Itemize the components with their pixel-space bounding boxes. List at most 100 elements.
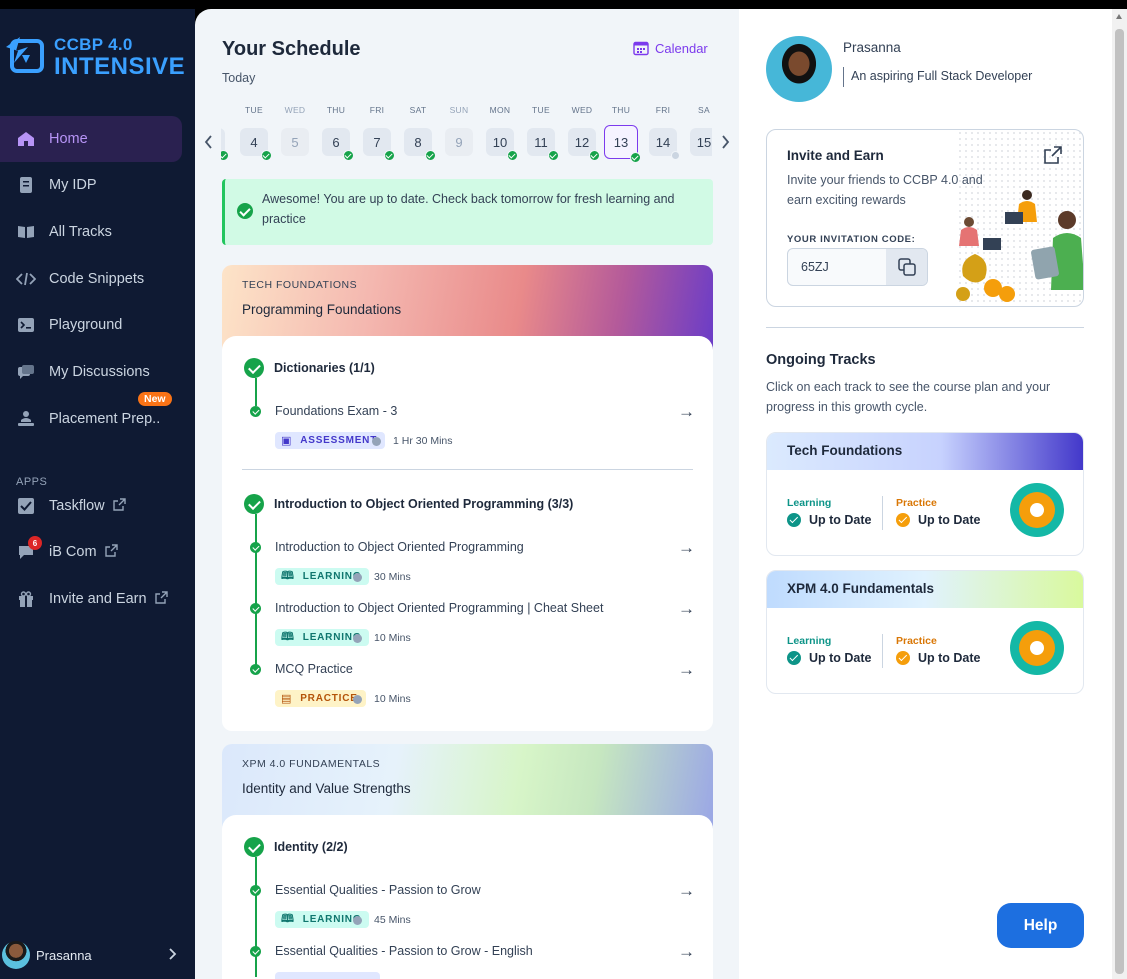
- invite-illustration: [956, 190, 1083, 302]
- sidebar-item-label: My Discussions: [49, 364, 150, 380]
- learning-status: Up to Date: [787, 513, 872, 527]
- sidebar-item-my-discussions[interactable]: My Discussions: [0, 349, 182, 395]
- complete-check-icon: [244, 358, 264, 378]
- check-icon: [896, 513, 910, 527]
- success-check-icon: [237, 203, 253, 219]
- done-check-icon: [250, 406, 261, 417]
- day-item[interactable]: SA 15: [690, 105, 712, 156]
- clock-icon: [353, 633, 362, 643]
- day-item[interactable]: FRI 14: [649, 105, 680, 160]
- next-days-button[interactable]: [721, 133, 730, 154]
- item-name: Essential Qualities - Passion to Grow - …: [275, 944, 533, 958]
- notification-badge: 6: [28, 536, 42, 550]
- progress-ring: [1010, 483, 1064, 537]
- logo-text-bottom: INTENSIVE: [54, 53, 186, 80]
- item-name: Introduction to Object Oriented Programm…: [275, 540, 524, 554]
- document-icon: [16, 175, 36, 195]
- day-item[interactable]: SUN 9: [445, 105, 473, 156]
- page-title: Your Schedule: [222, 38, 361, 60]
- section-title[interactable]: Identity (2/2): [244, 837, 348, 857]
- external-link-icon[interactable]: [1044, 146, 1062, 169]
- arrow-right-icon[interactable]: →: [678, 599, 695, 619]
- scrollbar[interactable]: [1112, 9, 1127, 979]
- avatar[interactable]: [766, 36, 832, 102]
- invite-code-field[interactable]: 65ZJ: [787, 248, 928, 286]
- done-check-icon: [250, 885, 261, 896]
- day-item[interactable]: SAT 8: [404, 105, 436, 161]
- sidebar-item-label: Home: [49, 131, 88, 147]
- sidebar-item-taskflow[interactable]: Taskflow: [0, 483, 182, 529]
- arrow-right-icon[interactable]: →: [678, 538, 695, 558]
- chat-icon: [16, 362, 36, 382]
- item-duration: 1 Hr 30 Mins: [372, 435, 453, 447]
- done-check-icon: [250, 603, 261, 614]
- user-profile-footer[interactable]: Prasanna: [0, 937, 195, 973]
- track-name: Tech Foundations: [767, 433, 1083, 470]
- day-item[interactable]: TUE 11: [527, 105, 559, 161]
- sidebar-item-invite-and-earn[interactable]: Invite and Earn: [0, 576, 182, 622]
- day-item[interactable]: WED 5: [281, 105, 309, 156]
- practice-status: Up to Date: [896, 651, 981, 665]
- logo-text-top: CCBP 4.0: [54, 35, 133, 54]
- card-kicker: XPM 4.0 FUNDAMENTALS: [242, 758, 381, 770]
- sidebar-item-ib-com[interactable]: iB Com: [0, 529, 182, 575]
- new-badge: New: [138, 392, 172, 406]
- day-item[interactable]: [221, 105, 229, 161]
- sidebar-item-code-snippets[interactable]: Code Snippets: [0, 256, 182, 302]
- learning-label: Learning: [787, 635, 832, 647]
- day-item[interactable]: FRI 7: [363, 105, 395, 161]
- app-logo[interactable]: CCBP 4.0 INTENSIVE: [2, 31, 186, 83]
- user-name: Prasanna: [36, 947, 92, 963]
- sidebar-item-home[interactable]: Home: [0, 116, 182, 162]
- item-name: Introduction to Object Oriented Programm…: [275, 601, 604, 615]
- arrow-right-icon[interactable]: →: [678, 660, 695, 680]
- help-button[interactable]: Help: [997, 903, 1084, 948]
- card-title: Identity and Value Strengths: [242, 781, 411, 796]
- sidebar-item-label: iB Com: [49, 544, 97, 560]
- track-progress-card[interactable]: XPM 4.0 Fundamentals Learning Up to Date…: [766, 570, 1084, 694]
- clipboard-icon: ▤: [281, 693, 293, 705]
- profile-name: Prasanna: [843, 40, 901, 55]
- ongoing-tracks-description: Click on each track to see the course pl…: [766, 380, 1051, 414]
- divider: [242, 469, 693, 470]
- arrow-right-icon[interactable]: →: [678, 881, 695, 901]
- day-item[interactable]: THU 6: [322, 105, 354, 161]
- day-item[interactable]: WED 12: [568, 105, 600, 161]
- section-title[interactable]: Dictionaries (1/1): [244, 358, 375, 378]
- complete-check-icon: [244, 494, 264, 514]
- day-item[interactable]: MON 10: [486, 105, 518, 161]
- scroll-up-icon[interactable]: [1116, 14, 1122, 19]
- sidebar-item-playground[interactable]: Playground: [0, 302, 182, 348]
- item-duration: 10 Mins: [353, 693, 411, 705]
- track-progress-card[interactable]: Tech Foundations Learning Up to Date Pra…: [766, 432, 1084, 556]
- arrow-right-icon[interactable]: →: [678, 942, 695, 962]
- book-open-icon: 🕮: [281, 570, 295, 582]
- home-icon: [16, 129, 36, 149]
- invite-card[interactable]: Invite and Earn Invite your friends to C…: [766, 129, 1084, 307]
- practice-label: Practice: [896, 635, 937, 647]
- sidebar-item-my-idp[interactable]: My IDP: [0, 162, 182, 208]
- section-title[interactable]: Introduction to Object Oriented Programm…: [244, 494, 573, 514]
- external-link-icon: [154, 590, 168, 608]
- gift-icon: [16, 589, 36, 609]
- sidebar-item-all-tracks[interactable]: All Tracks: [0, 209, 182, 255]
- done-check-icon: [250, 542, 261, 553]
- arrow-right-icon[interactable]: →: [678, 402, 695, 422]
- item-duration: 45 Mins: [353, 914, 411, 926]
- right-panel: Prasanna An aspiring Full Stack Develope…: [739, 9, 1112, 979]
- calendar-label: Calendar: [655, 40, 708, 56]
- prev-days-button[interactable]: [204, 133, 213, 154]
- check-icon: [787, 513, 801, 527]
- day-item-selected[interactable]: THU 13: [604, 105, 641, 163]
- day-item[interactable]: TUE 4: [240, 105, 272, 161]
- book-icon: [16, 222, 36, 242]
- copy-icon[interactable]: [886, 249, 927, 285]
- book-open-icon: 🕮: [281, 631, 295, 643]
- learning-label: Learning: [787, 497, 832, 509]
- scrollbar-thumb[interactable]: [1115, 29, 1124, 974]
- calendar-link[interactable]: Calendar: [633, 40, 708, 56]
- clock-icon: [372, 436, 381, 446]
- assessment-icon: ▣: [281, 435, 293, 447]
- track-name: XPM 4.0 Fundamentals: [767, 571, 1083, 608]
- schedule-panel: Your Schedule Today Calendar TUE 4 WED 5 T…: [195, 9, 739, 979]
